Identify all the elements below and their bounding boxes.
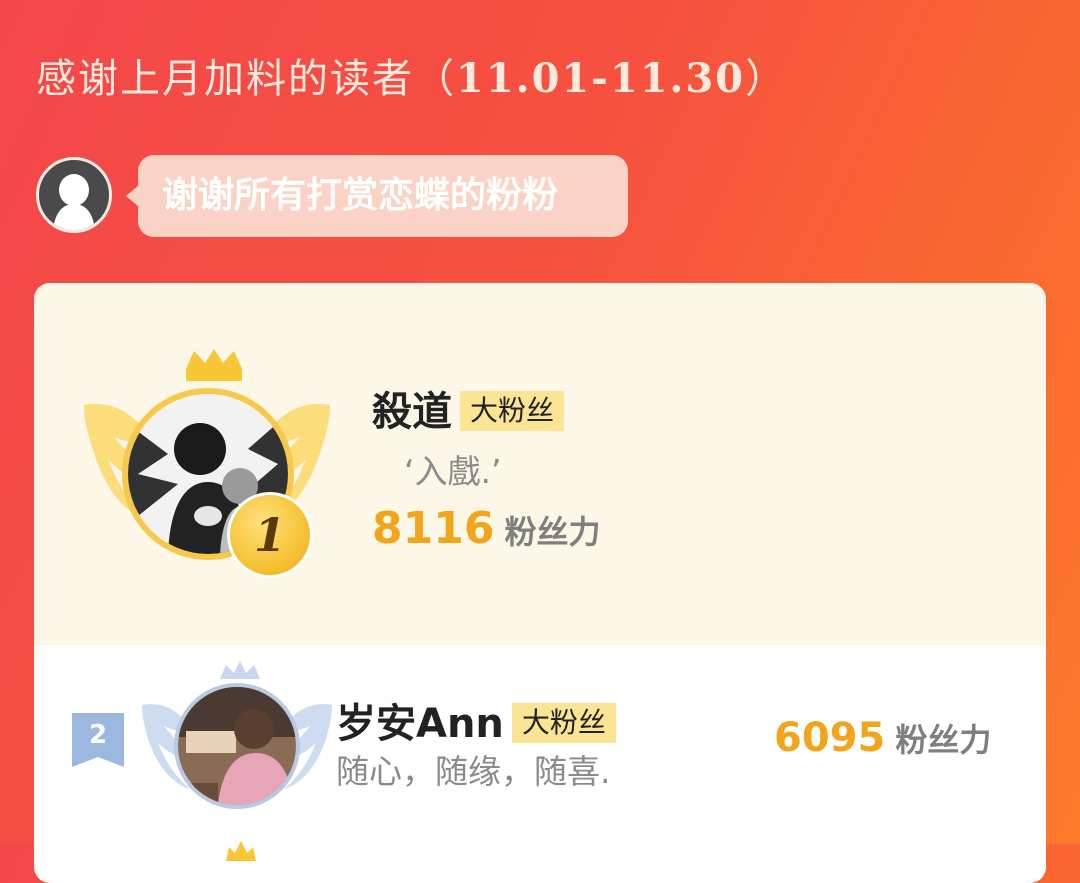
rank-1-name[interactable]: 殺道 xyxy=(372,389,452,435)
rank-1-fan-badge: 大粉丝 xyxy=(460,391,565,431)
rank-2-fan-badge: 大粉丝 xyxy=(511,703,616,743)
rank-2-name-row: 岁安Ann 大粉丝 xyxy=(336,691,616,749)
rank-1-score-unit: 粉丝力 xyxy=(504,513,601,551)
ghost-avatar-icon xyxy=(36,157,112,233)
rank-2-score-unit: 粉丝力 xyxy=(895,721,992,759)
thanks-message-bubble: 谢谢所有打赏恋蝶的粉粉 xyxy=(126,155,628,237)
leaderboard-card: 1 殺道 大粉丝 ‘入戲.’ 8116 粉丝力 2 岁安Ann 大粉丝 随心，随缘，随 xyxy=(34,283,1046,883)
title-prefix: 感谢上月加料的读者（ xyxy=(36,56,456,102)
rank-1-score-value: 8116 xyxy=(372,503,495,554)
title-suffix: ） xyxy=(745,56,788,102)
rank-2-avatar[interactable] xyxy=(174,683,300,809)
rank-flag-icon: 2 xyxy=(72,713,124,767)
rank-1-score: 8116 粉丝力 xyxy=(372,503,600,554)
rank-1-name-row: 殺道 大粉丝 xyxy=(372,379,565,437)
rank-1-signature: ‘入戲.’ xyxy=(404,452,502,491)
rank-2-name[interactable]: 岁安Ann xyxy=(336,701,504,747)
rank-2-entry[interactable]: 2 岁安Ann 大粉丝 随心，随缘，随喜. 6095 粉丝力 xyxy=(34,645,1046,825)
rank-2-signature: 随心，随缘，随喜. xyxy=(336,752,611,791)
crown-icon xyxy=(226,841,256,861)
rank-2-number: 2 xyxy=(89,720,107,750)
rank-2-score: 6095 粉丝力 xyxy=(774,715,991,761)
rank-1-entry[interactable]: 1 殺道 大粉丝 ‘入戲.’ 8116 粉丝力 xyxy=(34,283,1046,645)
rank-2-score-value: 6095 xyxy=(774,715,886,761)
page-title: 感谢上月加料的读者（11.01-11.30） xyxy=(36,46,787,104)
date-range: 11.01-11.30 xyxy=(456,55,746,102)
gold-medal-icon: 1 xyxy=(227,492,313,578)
